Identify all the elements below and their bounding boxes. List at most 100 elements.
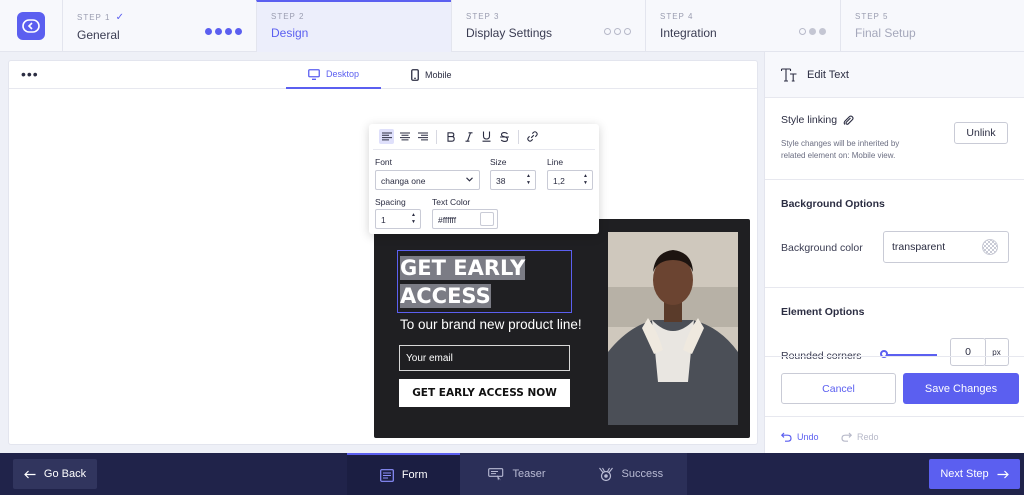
tab-label: Teaser — [512, 468, 546, 480]
redo-button[interactable]: Redo — [841, 432, 879, 442]
bold-icon[interactable] — [443, 129, 458, 144]
divider — [765, 356, 1024, 357]
step-integration[interactable]: STEP 4 Integration — [645, 0, 840, 52]
font-label: Font — [375, 157, 393, 167]
italic-icon[interactable] — [461, 129, 476, 144]
tab-desktop[interactable]: Desktop — [286, 61, 382, 89]
edit-text-panel: Edit Text Style linking Style changes wi… — [764, 52, 1024, 453]
logo-cell — [0, 0, 62, 52]
tab-form[interactable]: Form — [347, 453, 461, 495]
align-left-icon[interactable] — [379, 129, 394, 144]
headline-line-1: GET EARLY — [400, 256, 526, 280]
step-display-settings[interactable]: STEP 3 Display Settings — [451, 0, 645, 52]
steps-bar: STEP 1 ✓ General STEP 2 Design STEP 3 Di… — [0, 0, 1024, 52]
progress-dot — [819, 28, 826, 35]
line-height-stepper[interactable]: 1,2 ▲ ▼ — [547, 170, 593, 190]
style-linking-section: Style linking Style changes will be inhe… — [765, 98, 1024, 180]
progress-dots — [205, 28, 242, 35]
style-linking-title: Style linking — [781, 114, 838, 126]
element-options-title: Element Options — [781, 306, 865, 318]
text-toolbar: Font changa one Size 38 ▲ ▼ Line 1,2 ▲ ▼ S… — [369, 124, 599, 234]
undo-button[interactable]: Undo — [781, 432, 819, 442]
tab-teaser[interactable]: Teaser — [460, 453, 573, 495]
chevron-down-icon — [466, 177, 473, 182]
toolbar-divider — [518, 129, 519, 144]
size-value: 38 — [496, 176, 506, 186]
size-label: Size — [490, 157, 507, 167]
check-icon: ✓ — [115, 12, 126, 23]
background-options-title: Background Options — [781, 198, 885, 210]
form-icon — [379, 468, 394, 482]
mobile-icon — [411, 69, 419, 81]
tab-success[interactable]: Success — [574, 453, 687, 495]
text-color-field[interactable]: #ffffff — [432, 209, 498, 229]
next-step-button[interactable]: Next Step — [929, 459, 1020, 489]
cancel-button[interactable]: Cancel — [781, 373, 896, 404]
rounded-corners-input[interactable]: 0 — [950, 338, 986, 366]
save-changes-button[interactable]: Save Changes — [903, 373, 1019, 404]
progress-dot — [809, 28, 816, 35]
step-final-setup[interactable]: STEP 5 Final Setup — [840, 0, 1024, 52]
next-step-label: Next Step — [940, 468, 989, 480]
background-color-field[interactable]: transparent — [883, 231, 1009, 263]
cta-button[interactable]: GET EARLY ACCESS NOW — [399, 379, 570, 407]
divider — [765, 416, 1024, 417]
tab-label: Desktop — [326, 69, 360, 79]
step-number: STEP 5 — [855, 12, 889, 21]
underline-icon[interactable] — [479, 129, 494, 144]
redo-label: Redo — [857, 432, 879, 442]
color-swatch[interactable] — [480, 212, 494, 226]
go-back-label: Go Back — [43, 468, 87, 480]
progress-dot — [614, 28, 621, 35]
stepper-arrows-icon[interactable]: ▲ ▼ — [526, 173, 531, 187]
font-select[interactable]: changa one — [375, 170, 480, 190]
redo-icon — [841, 432, 852, 442]
headline[interactable]: GET EARLY ACCESS — [400, 254, 569, 310]
strikethrough-icon[interactable] — [497, 129, 512, 144]
progress-dots — [604, 28, 631, 35]
font-value: changa one — [381, 176, 426, 186]
headline-line-2: ACCESS — [400, 284, 491, 308]
style-linking-note-2: related element on: Mobile view. — [781, 151, 896, 160]
tab-mobile[interactable]: Mobile — [389, 61, 474, 89]
spacing-value: 1 — [381, 215, 386, 225]
unlink-button[interactable]: Unlink — [954, 122, 1008, 144]
tab-label: Mobile — [425, 70, 452, 80]
view-tabs: Form Teaser Success — [347, 453, 687, 495]
step-number: STEP 2 — [271, 12, 305, 21]
app-logo[interactable] — [17, 12, 45, 40]
text-format-icon — [781, 67, 797, 82]
size-stepper[interactable]: 38 ▲ ▼ — [490, 170, 536, 190]
subheadline[interactable]: To our brand new product line! — [400, 317, 582, 332]
link-icon[interactable] — [525, 129, 540, 144]
progress-dot — [215, 28, 222, 35]
stepper-arrows-icon[interactable]: ▲ ▼ — [583, 173, 588, 187]
success-icon — [598, 467, 613, 481]
more-icon[interactable]: ••• — [21, 67, 39, 81]
align-center-icon[interactable] — [397, 129, 412, 144]
email-field[interactable]: Your email — [399, 345, 570, 371]
unit-label: px — [985, 338, 1009, 366]
canvas-header: ••• Desktop Mobile — [9, 61, 757, 89]
progress-dot — [604, 28, 611, 35]
step-general[interactable]: STEP 1 ✓ General — [62, 0, 256, 52]
undo-label: Undo — [797, 432, 819, 442]
paperclip-icon — [843, 115, 854, 125]
popup-preview[interactable]: × GET EARLY ACCESS To our brand new prod… — [374, 219, 750, 438]
spacing-stepper[interactable]: 1 ▲ ▼ — [375, 209, 421, 229]
align-right-icon[interactable] — [415, 129, 430, 144]
headline-text-box[interactable]: GET EARLY ACCESS — [397, 250, 572, 313]
transparent-swatch-icon[interactable] — [982, 239, 998, 255]
progress-dot — [624, 28, 631, 35]
progress-dot — [235, 28, 242, 35]
background-color-value: transparent — [892, 241, 946, 253]
format-row — [373, 124, 595, 150]
editor-canvas: ••• Desktop Mobile × GET EARLY ACCESS To… — [8, 60, 758, 445]
go-back-button[interactable]: Go Back — [13, 459, 97, 489]
step-name: Design — [271, 26, 309, 40]
line-label: Line — [547, 157, 564, 167]
stepper-arrows-icon[interactable]: ▲ ▼ — [411, 212, 416, 226]
step-name: Final Setup — [855, 26, 916, 40]
progress-dot — [799, 28, 806, 35]
step-design[interactable]: STEP 2 Design — [256, 0, 451, 52]
